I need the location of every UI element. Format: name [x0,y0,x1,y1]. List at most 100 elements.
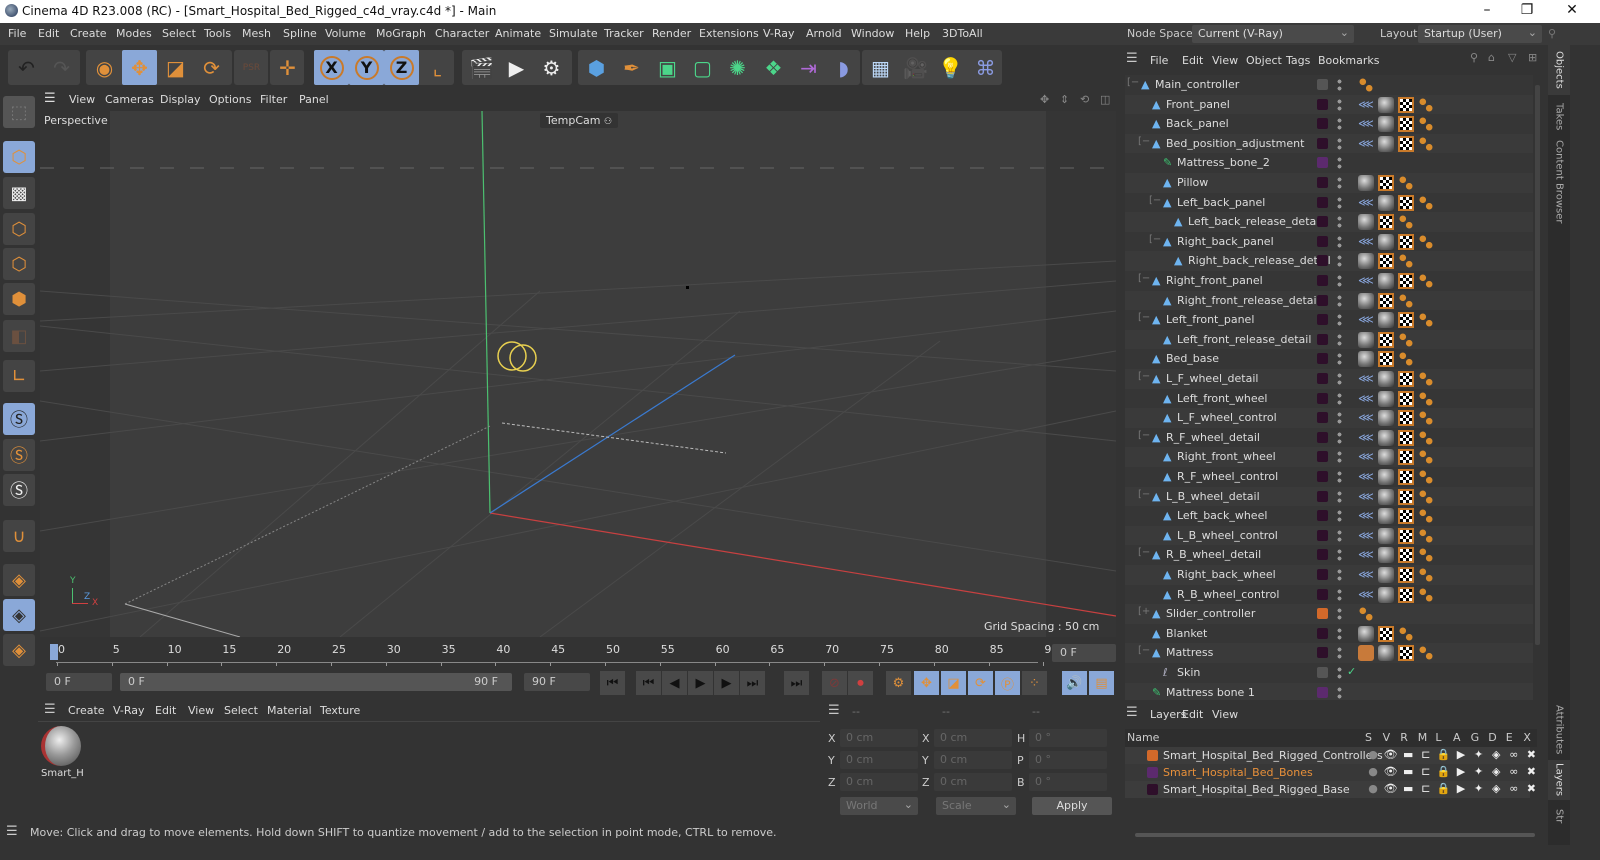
zoom-view-icon[interactable]: ⇕ [1060,93,1069,106]
python-icon[interactable]: ⌘ [968,50,1003,85]
edges-mode-icon[interactable]: ⬡ [3,248,35,280]
skeleton-tag-icon[interactable]: ⋘ [1358,547,1374,563]
visibility-dots[interactable] [1337,215,1342,230]
solo-dot-icon[interactable]: ● [1365,748,1381,761]
render-settings-icon[interactable]: ⚙ [534,50,569,85]
generator-icon[interactable]: ✦ [1471,765,1487,778]
ik-tag-icon[interactable] [1418,488,1434,505]
uvw-tag-icon[interactable] [1378,351,1394,368]
ik-tag-icon[interactable] [1418,449,1434,466]
material-tag-icon[interactable] [1378,567,1394,583]
light-icon[interactable]: 💡 [933,50,968,85]
close-button[interactable]: ✕ [1557,2,1587,18]
hamburger-icon[interactable]: ☰ [6,824,18,839]
current-frame-field[interactable]: 0 F [1052,644,1116,662]
material-menu-edit[interactable]: Edit [155,704,176,717]
layer-column-name[interactable]: Name [1127,731,1159,744]
planar-workplane-icon[interactable]: ◈ [3,634,35,666]
lock-icon[interactable]: 🔒 [1435,765,1451,778]
tab-objects[interactable]: Objects [1548,45,1570,95]
previous-frame-icon[interactable]: ◀ [662,671,687,695]
ik-tag-icon[interactable] [1398,292,1414,309]
layer-color-swatch[interactable] [1317,314,1328,326]
ik-tag-icon[interactable] [1418,410,1434,427]
ik-tag-icon[interactable] [1398,214,1414,231]
visibility-dots[interactable] [1337,626,1342,641]
manager-icon[interactable]: ⊏ [1418,782,1434,795]
object-row[interactable]: ▲ Pillow [1125,173,1533,193]
layer-column-d[interactable]: D [1488,731,1496,744]
object-menu-bookmarks[interactable]: Bookmarks [1318,54,1379,67]
minimize-button[interactable]: – [1472,2,1502,18]
material-menu-texture[interactable]: Texture [320,704,360,717]
record-icon[interactable]: ⏺ [848,671,873,695]
tab-takes[interactable]: Takes [1548,97,1570,137]
timeline[interactable]: 051015202530354045505560657075808590 0 F [38,638,1120,668]
render-region-icon[interactable]: 🎬 [464,50,499,85]
expand-toggle-icon[interactable]: [− [1138,489,1150,500]
uvw-tag-icon[interactable] [1378,253,1394,270]
ik-tag-icon[interactable] [1418,390,1434,407]
layer-color-swatch[interactable] [1317,177,1328,188]
key-position-icon[interactable]: ✥ [914,671,939,695]
menu-create[interactable]: Create [70,27,107,40]
previous-key-icon[interactable]: ⏮ [636,671,661,695]
points-mode-icon[interactable]: ⬡ [3,213,35,245]
xref-icon[interactable]: ✖ [1523,765,1539,778]
undo-icon[interactable]: ↶ [9,50,44,85]
texture-mode-icon[interactable]: ▩ [3,177,35,209]
solo-hierarchy-icon[interactable]: Ⓢ [3,474,35,506]
layer-column-m[interactable]: M [1418,731,1428,744]
visibility-dots[interactable] [1337,509,1342,524]
skeleton-tag-icon[interactable]: ⋘ [1358,508,1374,524]
menu-vray[interactable]: V-Ray [763,27,795,40]
object-row[interactable]: [− ▲ Left_front_panel ⋘ [1125,310,1533,330]
layer-column-v[interactable]: V [1383,731,1391,744]
layer-color-swatch[interactable] [1317,667,1328,678]
redo-icon[interactable]: ↷ [44,50,79,85]
layer-color-swatch[interactable] [1317,392,1328,404]
lock-icon[interactable]: 🔒 [1435,782,1451,795]
uvw-tag-icon[interactable] [1398,371,1414,387]
switch-view-icon[interactable]: ◫ [1100,93,1110,106]
uvw-tag-icon[interactable] [1398,469,1414,485]
uvw-tag-icon[interactable] [1398,135,1414,152]
skeleton-tag-icon[interactable]: ⋘ [1358,312,1374,328]
visibility-dots[interactable] [1337,176,1342,190]
material-tag-icon[interactable] [1378,508,1394,525]
key-pla-icon[interactable]: ⁘ [1022,671,1047,695]
object-row[interactable]: ▲ L_B_wheel_control ⋘ [1125,525,1533,546]
go-to-start-icon[interactable]: ⏮ [600,671,625,695]
layer-column-x[interactable]: X [1523,731,1531,744]
uvw-tag-icon[interactable] [1398,586,1414,603]
model-mode-icon[interactable]: ⬡ [3,141,35,173]
object-row[interactable]: ▲ R_B_wheel_control ⋘ [1125,584,1533,605]
object-row[interactable]: [− ▲ Right_front_panel ⋘ [1125,271,1533,291]
uvw-tag-icon[interactable] [1398,645,1414,662]
uvw-tag-icon[interactable] [1378,292,1394,309]
skeleton-tag-icon[interactable]: ⋘ [1358,430,1374,446]
material-tag-icon[interactable] [1378,371,1394,387]
material-tag-icon[interactable] [1378,527,1394,544]
layer-color-swatch[interactable] [1317,118,1328,130]
object-row[interactable]: [− ▲ Main_controller [1125,75,1533,95]
ik-tag-icon[interactable] [1398,351,1414,368]
size-y-field[interactable]: 0 cm [934,751,1012,769]
visibility-dots[interactable] [1337,489,1342,504]
menu-help[interactable]: Help [905,27,930,40]
solo-off-icon[interactable]: Ⓢ [3,403,35,435]
ik-tag-icon[interactable] [1418,567,1434,583]
menu-select[interactable]: Select [162,27,196,40]
uvw-tag-icon[interactable] [1378,175,1394,191]
material-tag-icon[interactable] [1378,429,1394,446]
menu-animate[interactable]: Animate [495,27,541,40]
object-scrollbar[interactable] [1535,85,1540,645]
skeleton-tag-icon[interactable]: ⋘ [1358,371,1374,387]
pan-view-icon[interactable]: ✥ [1040,93,1049,106]
expand-toggle-icon[interactable]: [− [1138,547,1150,558]
layer-menu-edit[interactable]: Edit [1182,708,1203,721]
menu-spline[interactable]: Spline [283,27,317,40]
expand-toggle-icon[interactable]: [− [1127,77,1139,88]
layer-color-swatch[interactable] [1317,471,1328,482]
layer-color-swatch[interactable] [1317,196,1328,208]
